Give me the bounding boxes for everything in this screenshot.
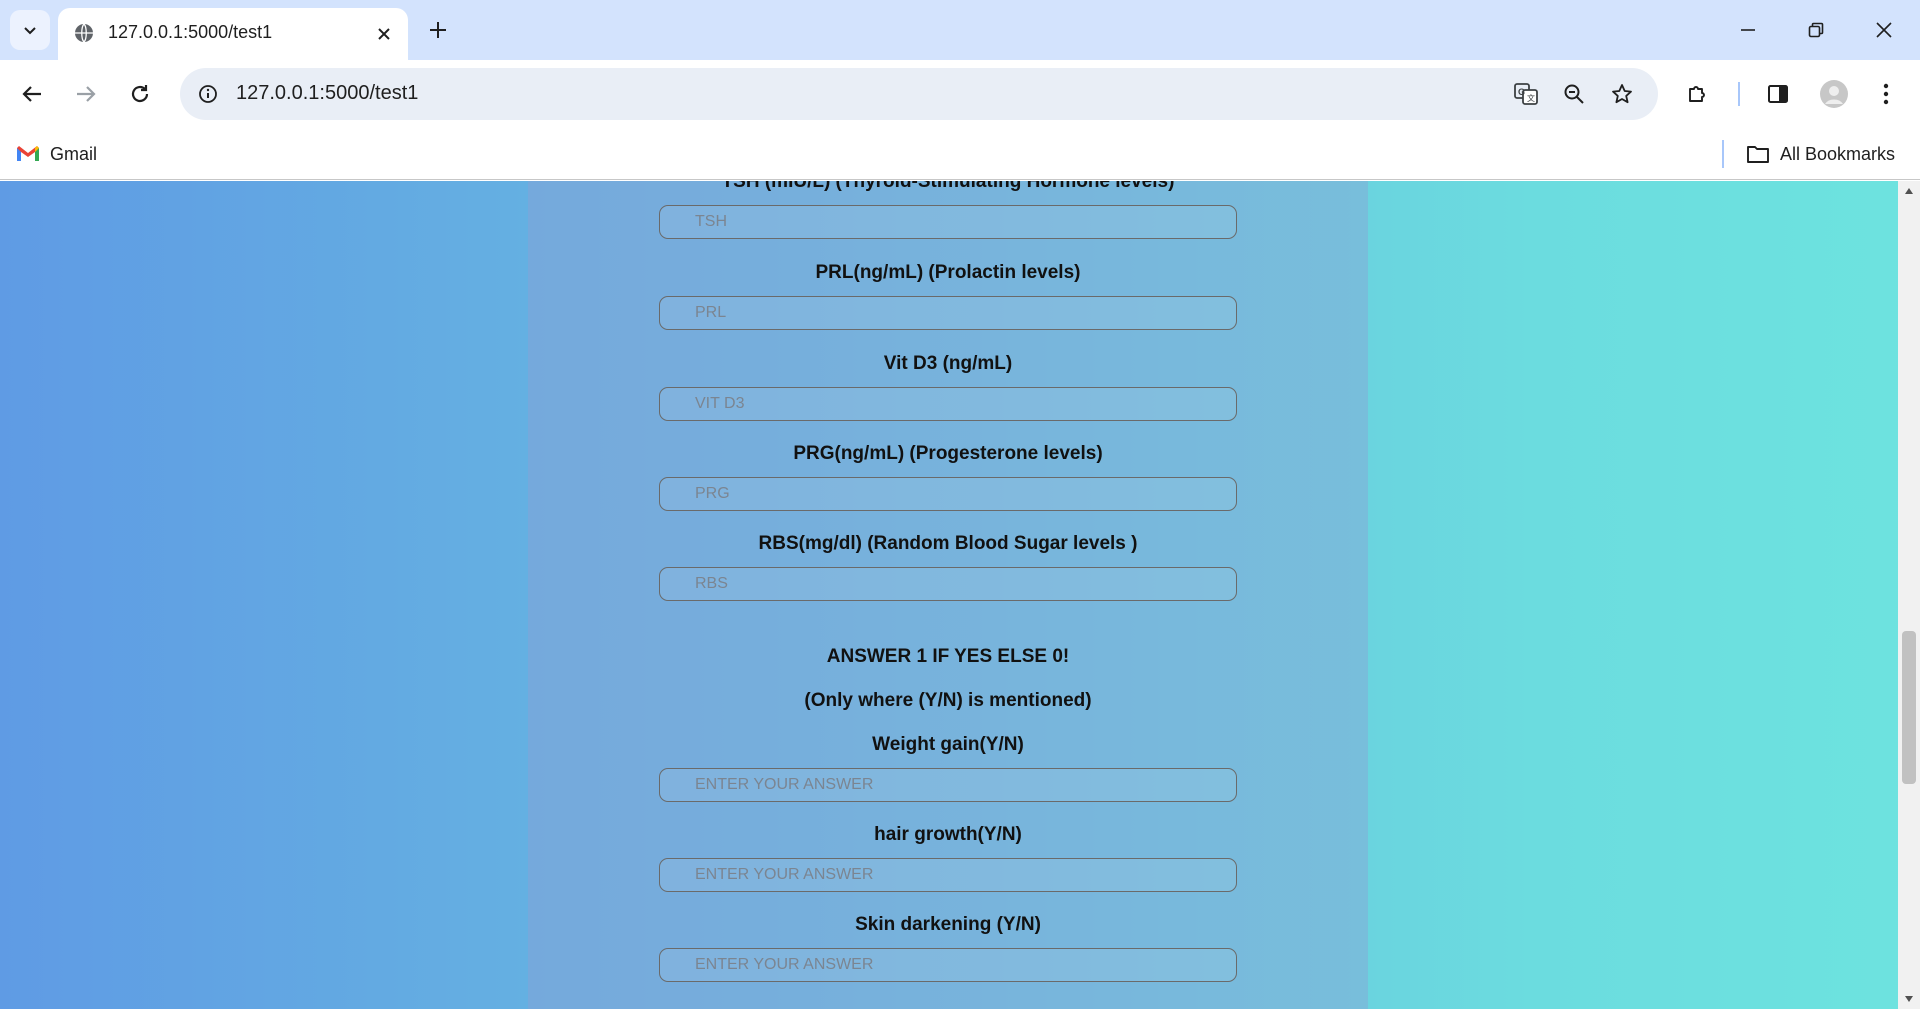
field-label-hair-growth: hair growth(Y/N) <box>874 824 1022 845</box>
more-vert-icon <box>1883 83 1889 105</box>
all-bookmarks-button[interactable]: All Bookmarks <box>1746 140 1895 168</box>
forward-button[interactable] <box>66 74 106 114</box>
field-label-prl: PRL(ng/mL) (Prolactin levels) <box>815 262 1081 283</box>
all-bookmarks-label: All Bookmarks <box>1780 143 1896 164</box>
chevron-down-icon <box>24 27 36 35</box>
form-panel: TSH (mIU/L) (Thyroid-Stimulating Hormone… <box>528 181 1368 1009</box>
vit-d3-input[interactable] <box>659 387 1237 421</box>
tab-search-button[interactable] <box>10 10 50 50</box>
close-icon <box>1876 22 1892 38</box>
restore-button[interactable] <box>1788 6 1844 54</box>
scroll-up-arrow-icon[interactable] <box>1898 181 1920 201</box>
translate-icon[interactable]: G文 <box>1508 76 1544 112</box>
field-label-prg: PRG(ng/mL) (Progesterone levels) <box>793 443 1103 464</box>
svg-text:G: G <box>1518 87 1525 97</box>
minimize-button[interactable] <box>1720 6 1776 54</box>
bookmark-star-icon[interactable] <box>1604 76 1640 112</box>
field-label-vit-d3: Vit D3 (ng/mL) <box>883 353 1013 374</box>
reload-button[interactable] <box>120 74 160 114</box>
toolbar-separator <box>1738 82 1740 106</box>
restore-icon <box>1808 22 1824 38</box>
globe-icon <box>72 21 96 45</box>
close-tab-button[interactable] <box>370 20 398 48</box>
field-label-skin-darkening: Skin darkening (Y/N) <box>855 914 1041 935</box>
gmail-icon <box>17 146 39 161</box>
skin-darkening-input[interactable] <box>659 948 1237 982</box>
minimize-icon <box>1741 29 1755 31</box>
weight-gain-input[interactable] <box>659 768 1237 802</box>
scrollbar-thumb[interactable] <box>1902 631 1916 784</box>
bookmark-gmail-label: Gmail <box>50 143 98 164</box>
bookmarks-bar: Gmail All Bookmarks <box>0 128 1920 180</box>
bookmark-gmail[interactable]: Gmail <box>16 140 97 168</box>
new-tab-button[interactable] <box>420 12 456 48</box>
site-info-icon[interactable] <box>190 76 226 112</box>
tab-title: 127.0.0.1:5000/test1 <box>108 22 273 42</box>
zoom-icon[interactable] <box>1556 76 1592 112</box>
puzzle-icon <box>1689 86 1705 102</box>
rbs-input[interactable] <box>659 567 1237 601</box>
profile-avatar[interactable] <box>1814 74 1854 114</box>
field-label-rbs: RBS(mg/dl) (Random Blood Sugar levels ) <box>758 533 1138 554</box>
prg-input[interactable] <box>659 477 1237 511</box>
extensions-button[interactable] <box>1678 74 1718 114</box>
page-viewport: TSH (mIU/L) (Thyroid-Stimulating Hormone… <box>0 181 1920 1009</box>
active-tab[interactable]: 127.0.0.1:5000/test1 <box>58 8 408 60</box>
tab-strip: 127.0.0.1:5000/test1 <box>0 0 1920 60</box>
url-text[interactable]: 127.0.0.1:5000/test1 <box>236 82 418 105</box>
menu-button[interactable] <box>1866 74 1906 114</box>
side-panel-icon <box>1768 85 1788 103</box>
field-label-weight-gain: Weight gain(Y/N) <box>872 734 1024 755</box>
side-panel-button[interactable] <box>1758 74 1798 114</box>
page-scrollbar[interactable] <box>1898 181 1920 1009</box>
scroll-down-arrow-icon[interactable] <box>1898 989 1920 1009</box>
address-bar[interactable]: 127.0.0.1:5000/test1 G文 <box>180 68 1658 120</box>
hair-growth-input[interactable] <box>659 858 1237 892</box>
folder-icon <box>1747 146 1769 163</box>
tsh-input[interactable] <box>659 205 1237 239</box>
close-window-button[interactable] <box>1856 6 1912 54</box>
instruction-heading: ANSWER 1 IF YES ELSE 0! <box>826 646 1070 667</box>
browser-toolbar: 127.0.0.1:5000/test1 G文 <box>0 60 1920 128</box>
svg-text:文: 文 <box>1527 93 1535 103</box>
back-button[interactable] <box>12 74 52 114</box>
close-icon <box>378 28 390 40</box>
arrow-left-icon <box>22 86 41 102</box>
avatar-icon <box>1820 80 1848 108</box>
instruction-note: (Only where (Y/N) is mentioned) <box>804 690 1092 711</box>
bookmarks-separator <box>1722 140 1724 168</box>
field-label-tsh: TSH (mIU/L) (Thyroid-Stimulating Hormone… <box>721 181 1175 192</box>
arrow-right-icon <box>77 86 96 102</box>
prl-input[interactable] <box>659 296 1237 330</box>
reload-icon <box>131 85 149 103</box>
plus-icon <box>430 22 446 38</box>
